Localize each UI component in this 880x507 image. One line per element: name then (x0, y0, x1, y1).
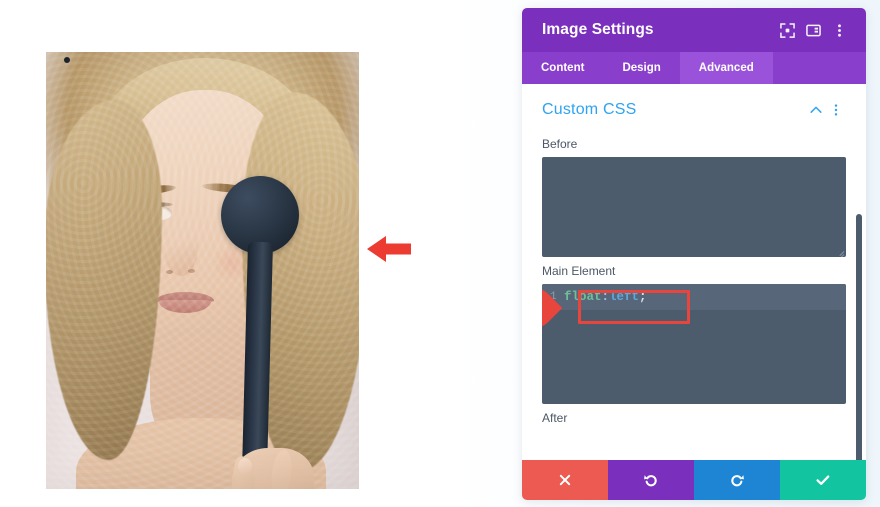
panel-action-bar (522, 460, 866, 500)
field-label-main-element: Main Element (542, 264, 616, 278)
field-label-after: After (542, 411, 568, 425)
panel-body: Custom CSS Before Main Element 1 float:… (522, 84, 866, 460)
tab-design[interactable]: Design (603, 52, 679, 84)
code-line[interactable]: 1 float: left; (542, 284, 846, 310)
before-css-textarea[interactable] (542, 157, 846, 257)
portrait-photo (46, 52, 359, 489)
preview-image (46, 52, 359, 489)
cancel-button[interactable] (522, 460, 608, 500)
save-button[interactable] (780, 460, 866, 500)
chevron-up-icon[interactable] (806, 100, 826, 120)
layout-panel-icon[interactable] (800, 17, 826, 43)
image-settings-panel: Image Settings Content Design Advanced C… (522, 8, 866, 500)
panel-scrollbar[interactable] (855, 128, 863, 460)
css-colon-token: : (601, 290, 610, 304)
undo-button[interactable] (608, 460, 694, 500)
left-arrow-icon (365, 232, 413, 271)
field-label-before: Before (542, 137, 578, 151)
fingernail (238, 458, 252, 474)
scrollbar-thumb[interactable] (856, 214, 862, 460)
resize-handle[interactable] (834, 245, 845, 257)
hair-curl-texture (46, 52, 359, 489)
custom-css-section-header: Custom CSS (542, 84, 846, 130)
css-semicolon-token: ; (639, 290, 647, 304)
callout-number: 1 (542, 288, 554, 328)
section-title: Custom CSS (542, 101, 637, 118)
undo-icon (643, 472, 659, 488)
main-element-css-editor[interactable]: 1 float:left; 1 (542, 284, 846, 404)
check-icon (815, 472, 831, 488)
panel-title: Image Settings (542, 21, 654, 38)
more-vertical-icon[interactable] (826, 100, 846, 120)
tab-content[interactable]: Content (522, 52, 603, 84)
tab-advanced[interactable]: Advanced (679, 52, 773, 84)
css-value-token: left (609, 290, 640, 304)
panel-header: Image Settings (522, 8, 866, 52)
focus-target-icon[interactable] (774, 17, 800, 43)
panel-tabs: Content Design Advanced (522, 52, 866, 84)
annotation-callout-1: 1 (542, 284, 570, 337)
redo-icon (729, 472, 745, 488)
close-icon (558, 473, 572, 487)
redo-button[interactable] (694, 460, 780, 500)
more-vertical-icon[interactable] (826, 17, 852, 43)
